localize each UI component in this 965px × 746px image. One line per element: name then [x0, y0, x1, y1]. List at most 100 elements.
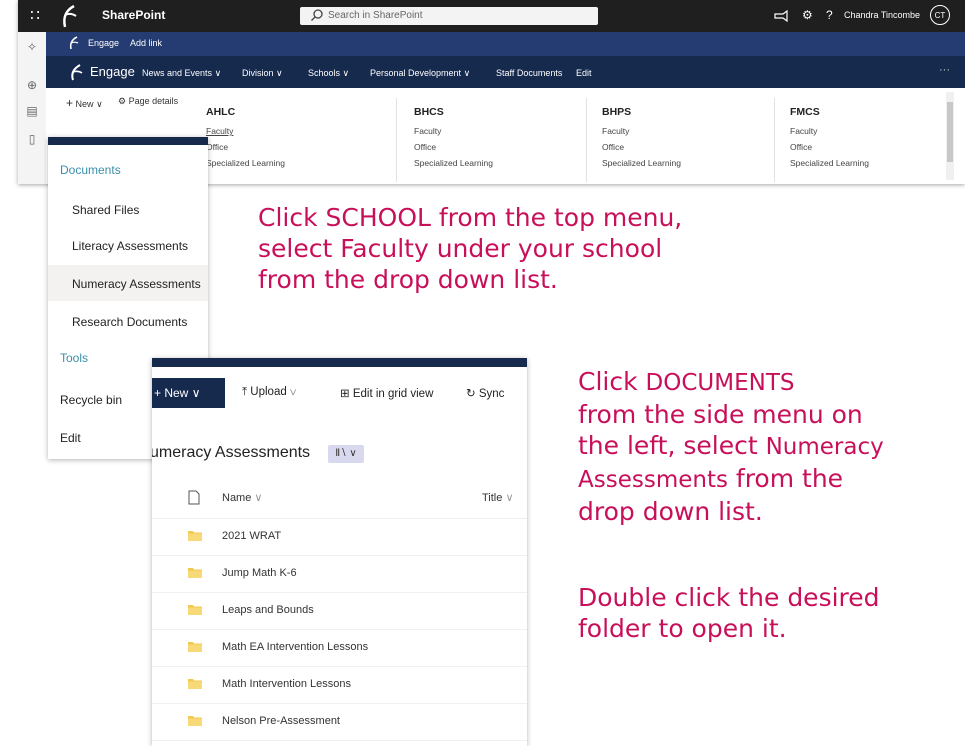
column-divider — [396, 98, 397, 182]
nav-news-and-events[interactable]: News and Events ∨ — [142, 68, 221, 79]
user-name[interactable]: Chandra Tincombe — [844, 10, 920, 20]
school-link-faculty[interactable]: Faculty — [790, 126, 960, 136]
school-name[interactable]: FMCS — [790, 106, 960, 118]
view-switcher-button[interactable]: Ⅱ∖ ∨ — [328, 445, 364, 463]
column-name-header[interactable]: Name ∨ — [222, 491, 262, 504]
settings-icon[interactable]: ⚙ — [802, 8, 813, 22]
site-name[interactable]: Engage — [90, 64, 135, 79]
school-link-specialized-learning[interactable]: Specialized Learning — [790, 158, 960, 168]
sync-button[interactable]: ↻ Sync — [466, 386, 504, 400]
folder-icon — [188, 531, 202, 541]
app-rail: ✧ ⊕ ▤ ▯ — [18, 32, 47, 184]
chevron-down-icon: ∨ — [289, 386, 297, 398]
chevron-down-icon: ∨ — [349, 448, 357, 459]
nav-personal-development[interactable]: Personal Development ∨ — [370, 68, 470, 79]
list-item[interactable]: Math EA Intervention Lessons — [152, 630, 527, 667]
side-item-literacy-assessments[interactable]: Literacy Assessments — [72, 239, 188, 253]
avatar[interactable]: CT — [930, 5, 950, 25]
chevron-down-icon: ∨ — [505, 492, 514, 504]
school-name[interactable]: BHCS — [414, 106, 584, 118]
school-name[interactable]: AHLC — [206, 106, 376, 118]
folder-name[interactable]: Leaps and Bounds — [222, 604, 314, 616]
library-title: umeracy Assessments — [152, 444, 311, 461]
school-column-bhcs: BHCS Faculty Office Specialized Learning — [414, 106, 584, 174]
chevron-down-icon: ∨ — [96, 99, 103, 109]
chevron-down-icon: ∨ — [463, 68, 471, 78]
instruction-line: Double click the desired — [578, 583, 880, 612]
folder-name[interactable]: Math Intervention Lessons — [222, 678, 351, 690]
list-item[interactable]: Nelson Pre-Assessment — [152, 704, 527, 741]
instruction-line: Click DOCUMENTS — [578, 367, 795, 396]
instruction-line: from the side menu on — [578, 400, 863, 429]
list-item[interactable]: 2021 WRAT — [152, 519, 527, 556]
grid-icon: ⊞ — [340, 388, 350, 400]
school-link-specialized-learning[interactable]: Specialized Learning — [206, 158, 376, 168]
scrollbar-thumb[interactable] — [947, 102, 953, 162]
new-button[interactable]: + New ∨ — [66, 96, 103, 110]
documents-header[interactable]: Documents — [60, 163, 121, 177]
school-link-faculty[interactable]: Faculty — [414, 126, 584, 136]
search-input[interactable]: Search in SharePoint — [300, 7, 598, 25]
list-item[interactable]: Jump Math K-6 — [152, 556, 527, 593]
hub-logo-icon — [69, 36, 79, 50]
upload-button[interactable]: ⤒ Upload ∨ — [242, 386, 296, 399]
column-title-header[interactable]: Title ∨ — [482, 491, 514, 504]
news-icon[interactable]: ▤ — [24, 104, 40, 120]
feedback-icon[interactable] — [774, 10, 788, 22]
folder-name[interactable]: Nelson Pre-Assessment — [222, 715, 340, 727]
edit-in-grid-view-button[interactable]: ⊞ Edit in grid view — [340, 386, 433, 400]
school-link-specialized-learning[interactable]: Specialized Learning — [602, 158, 772, 168]
instruction-line: Click SCHOOL from the top menu, — [258, 203, 683, 232]
school-link-office[interactable]: Office — [790, 142, 960, 152]
instruction-line: the left, select Numeracy — [578, 431, 884, 460]
nav-division[interactable]: Division ∨ — [242, 68, 283, 79]
library-new-button[interactable]: + New ∨ — [152, 378, 225, 408]
waffle-icon[interactable]: ∷ — [26, 7, 44, 25]
hub-name[interactable]: Engage — [88, 38, 119, 48]
nav-staff-documents[interactable]: Staff Documents — [496, 68, 562, 78]
school-link-office[interactable]: Office — [414, 142, 584, 152]
folder-name[interactable]: Math EA Intervention Lessons — [222, 641, 368, 653]
help-icon[interactable]: ? — [826, 8, 833, 22]
home-icon[interactable]: ✧ — [24, 40, 40, 56]
folder-name[interactable]: 2021 WRAT — [222, 530, 281, 542]
side-item-research-documents[interactable]: Research Documents — [72, 315, 187, 329]
document-icon[interactable]: ▯ — [24, 132, 40, 148]
column-divider — [586, 98, 587, 182]
upload-icon: ⤒ — [242, 386, 248, 398]
folder-icon — [188, 679, 202, 689]
school-link-specialized-learning[interactable]: Specialized Learning — [414, 158, 584, 168]
chevron-down-icon: ∨ — [191, 386, 201, 400]
engage-logo-icon — [63, 4, 77, 28]
more-icon[interactable]: ··· — [939, 64, 950, 76]
list-item[interactable]: Leaps and Bounds — [152, 593, 527, 630]
globe-icon[interactable]: ⊕ — [24, 78, 40, 94]
tools-header[interactable]: Tools — [60, 351, 88, 365]
school-name[interactable]: BHPS — [602, 106, 772, 118]
file-type-icon — [188, 490, 200, 505]
app-title[interactable]: SharePoint — [102, 8, 165, 22]
site-logo-icon — [71, 64, 83, 81]
school-link-faculty[interactable]: Faculty — [206, 126, 376, 136]
folder-icon — [188, 605, 202, 615]
side-item-numeracy-assessments[interactable]: Numeracy Assessments — [72, 277, 201, 291]
document-library: + New ∨ ⤒ Upload ∨ ⊞ Edit in grid view ↻… — [152, 358, 527, 746]
school-link-faculty[interactable]: Faculty — [602, 126, 772, 136]
instruction-line: select Faculty under your school — [258, 234, 663, 263]
nav-schools[interactable]: Schools ∨ — [308, 68, 349, 79]
side-item-shared-files[interactable]: Shared Files — [72, 203, 139, 217]
school-column-ahlc: AHLC Faculty Office Specialized Learning — [206, 106, 376, 174]
add-link-button[interactable]: Add link — [130, 38, 162, 48]
instruction-step-1: Click SCHOOL from the top menu, select F… — [258, 202, 682, 295]
school-link-office[interactable]: Office — [206, 142, 376, 152]
nav-edit[interactable]: Edit — [576, 68, 592, 78]
side-item-recycle-bin[interactable]: Recycle bin — [60, 393, 122, 407]
list-item[interactable]: Math Intervention Lessons — [152, 667, 527, 704]
sync-icon: ↻ — [466, 388, 476, 400]
column-divider — [774, 98, 775, 182]
school-link-office[interactable]: Office — [602, 142, 772, 152]
folder-icon — [188, 568, 202, 578]
side-item-edit[interactable]: Edit — [60, 431, 81, 445]
folder-name[interactable]: Jump Math K-6 — [222, 567, 297, 579]
page-details-button[interactable]: ⚙ Page details — [118, 96, 178, 107]
